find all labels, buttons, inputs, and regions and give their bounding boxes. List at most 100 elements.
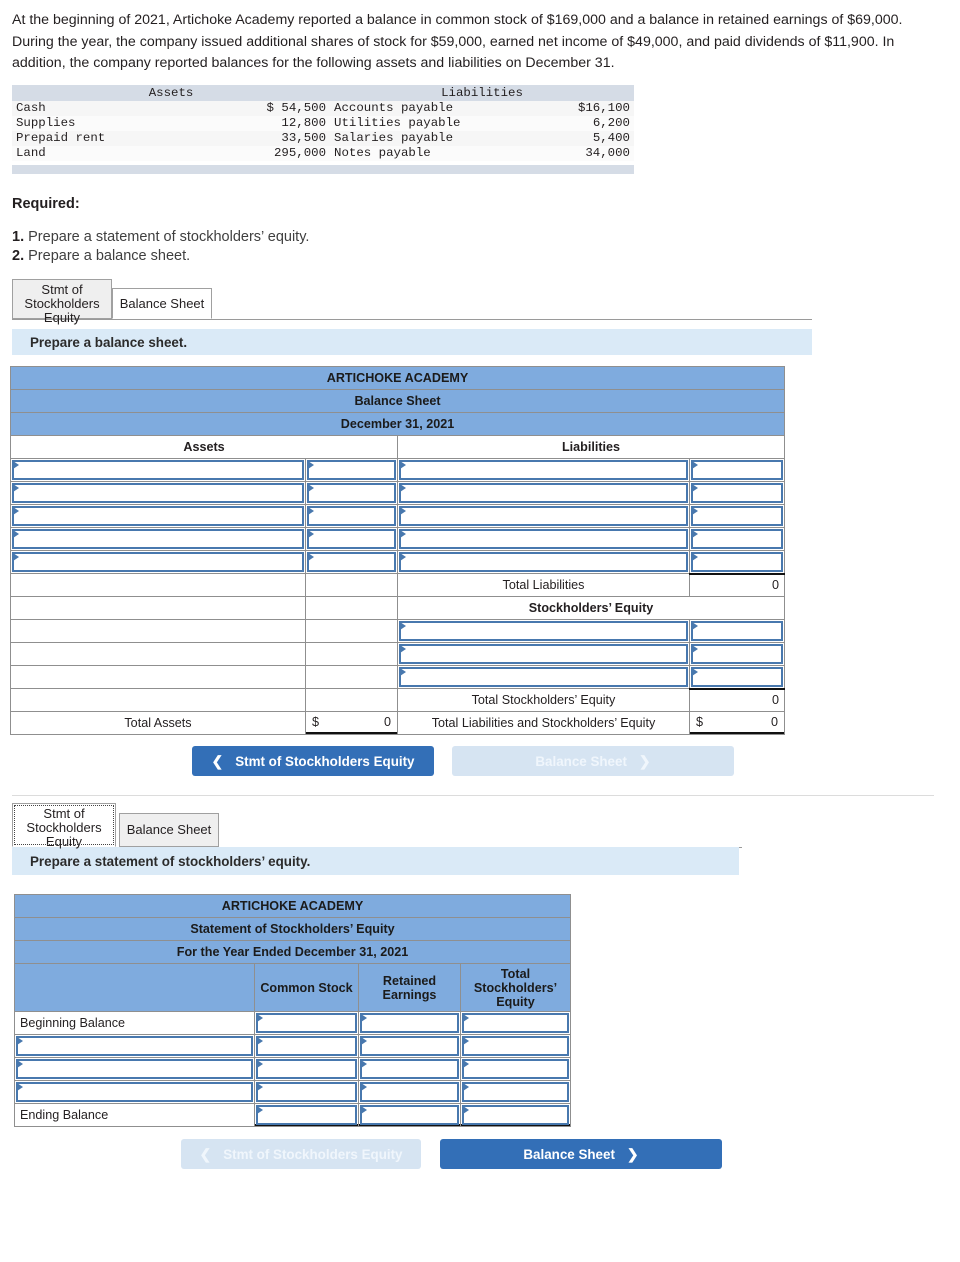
dropdown-triangle-icon: [400, 484, 406, 492]
bs-statement-name: Balance Sheet: [9, 389, 786, 413]
nav-prev-button-balance[interactable]: ❮ Stmt of Stockholders Equity: [192, 746, 434, 776]
instruction-text: Prepare a balance sheet.: [30, 334, 188, 350]
se-row-label-input[interactable]: [14, 1034, 255, 1058]
se-common-stock-input[interactable]: [254, 1011, 359, 1035]
bs-liability-name-input[interactable]: [397, 458, 690, 482]
given-table-footer-bar: [12, 165, 634, 174]
bs-liability-name-input[interactable]: [397, 481, 690, 505]
se-common-stock-input[interactable]: [254, 1103, 359, 1127]
bs-total-assets-value-cell: $ 0: [305, 711, 398, 735]
se-total-equity-input[interactable]: [459, 1011, 572, 1035]
bs-asset-name-input[interactable]: [10, 504, 306, 528]
bs-liability-amount-input[interactable]: [688, 458, 786, 482]
bs-liability-amount-input[interactable]: [688, 504, 786, 528]
bs-asset-name-input[interactable]: [10, 550, 306, 574]
given-liability-name: Utilities payable: [330, 116, 524, 131]
dropdown-triangle-icon: [361, 1037, 367, 1045]
bs-asset-amount-input[interactable]: [305, 527, 398, 551]
se-retained-earnings-input[interactable]: [358, 1057, 461, 1081]
bs-liability-name-input[interactable]: [397, 550, 690, 574]
bs-liability-amount-input[interactable]: [688, 481, 786, 505]
se-col-header-retained-earnings: Retained Earnings: [358, 963, 461, 1012]
se-total-equity-input[interactable]: [459, 1034, 572, 1058]
bs-asset-amount-input[interactable]: [305, 458, 398, 482]
se-retained-earnings-input[interactable]: [358, 1034, 461, 1058]
dropdown-triangle-icon: [400, 553, 406, 561]
se-row-label-beginning-balance: Beginning Balance: [14, 1011, 255, 1035]
bs-equity-name-input[interactable]: [397, 642, 690, 666]
bs-liability-amount-input[interactable]: [688, 527, 786, 551]
se-row-label-input[interactable]: [14, 1057, 255, 1081]
bs-equity-amount-input[interactable]: [688, 665, 786, 689]
dropdown-triangle-icon: [463, 1037, 469, 1045]
se-row-label-input[interactable]: [14, 1080, 255, 1104]
bs-asset-name-input[interactable]: [10, 481, 306, 505]
bs-liability-name-input[interactable]: [397, 504, 690, 528]
chevron-left-icon: ❮: [199, 1145, 212, 1162]
se-common-stock-input[interactable]: [254, 1080, 359, 1104]
table-row: Supplies 12,800 Utilities payable 6,200: [12, 116, 634, 131]
se-common-stock-input[interactable]: [254, 1034, 359, 1058]
table-row: ARTICHOKE ACADEMY: [13, 894, 572, 918]
se-retained-earnings-input[interactable]: [358, 1103, 461, 1127]
bs-asset-name-input[interactable]: [10, 527, 306, 551]
se-col-header-blank: [14, 963, 255, 1012]
bs-asset-amount-input[interactable]: [305, 504, 398, 528]
se-retained-earnings-input[interactable]: [358, 1011, 461, 1035]
problem-statement: At the beginning of 2021, Artichoke Acad…: [12, 12, 903, 71]
bs-asset-amount-input[interactable]: [305, 481, 398, 505]
bs-liability-amount-input[interactable]: [688, 550, 786, 574]
balance-sheet-worksheet: ARTICHOKE ACADEMY Balance Sheet December…: [9, 366, 786, 735]
tabstrip-balance-section: Stmt of Stockholders Equity Balance Shee…: [12, 278, 812, 325]
se-common-stock-input[interactable]: [254, 1057, 359, 1081]
tab-balance-sheet[interactable]: Balance Sheet: [112, 288, 212, 319]
table-row: Stockholders’ Equity: [10, 596, 786, 620]
se-total-equity-input[interactable]: [459, 1057, 572, 1081]
bs-equity-name-input[interactable]: [397, 619, 690, 643]
tab-stmt-stockholders-equity[interactable]: Stmt of Stockholders Equity: [12, 803, 116, 849]
bs-total-equity-value: 0: [688, 687, 786, 712]
table-row: Total Assets $ 0 Total Liabilities and S…: [10, 711, 786, 735]
tab-balance-sheet[interactable]: Balance Sheet: [119, 813, 219, 847]
dropdown-triangle-icon: [463, 1106, 469, 1114]
bs-liability-name-input[interactable]: [397, 527, 690, 551]
dropdown-triangle-icon: [257, 1106, 263, 1114]
tab-stmt-stockholders-equity[interactable]: Stmt of Stockholders Equity: [12, 279, 112, 325]
bs-total-liab-equity-value: 0: [771, 715, 779, 729]
se-retained-earnings-input[interactable]: [358, 1080, 461, 1104]
tab-label: Balance Sheet: [119, 296, 205, 311]
dropdown-triangle-icon: [463, 1060, 469, 1068]
bs-asset-name-input[interactable]: [10, 458, 306, 482]
required-heading: Required:: [12, 196, 80, 212]
bs-total-liab-equity-value-cell: $ 0: [688, 711, 786, 735]
dropdown-triangle-icon: [13, 507, 19, 515]
table-row: Total Stockholders’ Equity 0: [10, 687, 786, 712]
bs-empty-cell: [305, 665, 398, 689]
dropdown-triangle-icon: [463, 1083, 469, 1091]
section-divider: [12, 795, 934, 796]
dropdown-triangle-icon: [257, 1060, 263, 1068]
tab-label: Stmt of Stockholders Equity: [26, 806, 102, 849]
table-row: Statement of Stockholders’ Equity: [13, 917, 572, 941]
table-row: Total Liabilities 0: [10, 572, 786, 597]
bs-equity-name-input[interactable]: [397, 665, 690, 689]
bs-equity-amount-input[interactable]: [688, 619, 786, 643]
dropdown-triangle-icon: [692, 645, 698, 653]
se-statement-name: Statement of Stockholders’ Equity: [13, 917, 572, 941]
required-list: 1. Prepare a statement of stockholders’ …: [12, 228, 309, 266]
required-item-1: 1. Prepare a statement of stockholders’ …: [12, 228, 309, 247]
bs-asset-amount-input[interactable]: [305, 550, 398, 574]
table-row: [10, 527, 786, 551]
bs-empty-cell: [10, 665, 306, 689]
se-total-equity-input[interactable]: [459, 1080, 572, 1104]
bs-equity-amount-input[interactable]: [688, 642, 786, 666]
se-col-header-common-stock: Common Stock: [254, 963, 359, 1012]
se-total-equity-input[interactable]: [459, 1103, 572, 1127]
nav-next-button-equity[interactable]: Balance Sheet ❯: [440, 1139, 722, 1169]
given-liability-name: Salaries payable: [330, 131, 524, 146]
dropdown-triangle-icon: [361, 1014, 367, 1022]
required-item-1-number: 1.: [12, 229, 25, 245]
table-row: [10, 458, 786, 482]
bs-empty-cell: [305, 688, 398, 712]
given-header-liabilities: Liabilities: [330, 85, 634, 101]
